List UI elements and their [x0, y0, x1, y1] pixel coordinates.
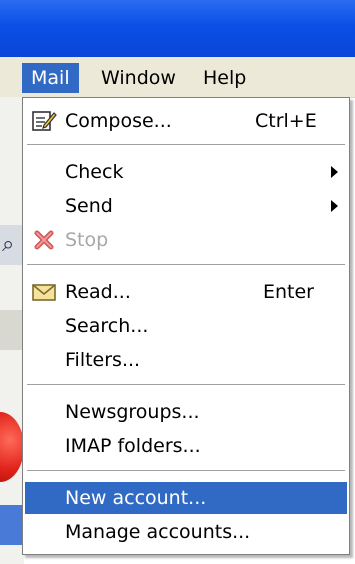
newsgroups-label: Newsgroups... — [65, 401, 200, 423]
check-label: Check — [65, 161, 124, 183]
menu-separator — [27, 264, 345, 265]
background-status-bar — [0, 505, 24, 545]
envelope-icon — [32, 284, 56, 301]
background-panel — [0, 310, 24, 350]
compose-label: Compose... — [65, 110, 172, 132]
stop-x-icon — [34, 230, 54, 250]
send-label: Send — [65, 195, 113, 217]
background-search-icon: ⌕ — [2, 232, 15, 257]
menu-item-stop: Stop — [25, 224, 347, 256]
submenu-arrow-icon — [331, 166, 338, 178]
manage-accounts-label: Manage accounts... — [65, 521, 251, 543]
menu-item-newsgroups[interactable]: Newsgroups... — [25, 396, 347, 428]
stop-label: Stop — [65, 229, 109, 251]
menu-mail[interactable]: Mail — [22, 63, 79, 93]
menu-item-new-account[interactable]: New account... — [25, 482, 347, 514]
menu-window[interactable]: Window — [92, 63, 185, 93]
menu-separator — [27, 144, 345, 145]
menu-item-search[interactable]: Search... — [25, 310, 347, 342]
window-titlebar — [0, 0, 355, 57]
read-shortcut: Enter — [263, 281, 314, 303]
mail-menu-dropdown: Compose... Ctrl+E Check Send Stop Read..… — [22, 97, 350, 555]
new-account-label: New account... — [65, 487, 207, 509]
menu-item-send[interactable]: Send — [25, 190, 347, 222]
read-label: Read... — [65, 281, 131, 303]
search-label: Search... — [65, 315, 149, 337]
filters-label: Filters... — [65, 349, 141, 371]
menu-item-compose[interactable]: Compose... Ctrl+E — [25, 105, 347, 137]
menu-separator — [27, 470, 345, 471]
menu-separator — [27, 384, 345, 385]
menu-help[interactable]: Help — [194, 63, 255, 93]
menu-item-imap-folders[interactable]: IMAP folders... — [25, 430, 347, 462]
background-logo-icon — [0, 412, 24, 482]
menu-item-check[interactable]: Check — [25, 156, 347, 188]
menubar: Mail Window Help — [0, 57, 355, 98]
compose-shortcut: Ctrl+E — [255, 110, 317, 132]
submenu-arrow-icon — [331, 200, 338, 212]
imap-folders-label: IMAP folders... — [65, 435, 201, 457]
menu-item-manage-accounts[interactable]: Manage accounts... — [25, 516, 347, 548]
menu-item-filters[interactable]: Filters... — [25, 344, 347, 376]
compose-icon — [32, 111, 57, 131]
menu-item-read[interactable]: Read... Enter — [25, 276, 347, 308]
